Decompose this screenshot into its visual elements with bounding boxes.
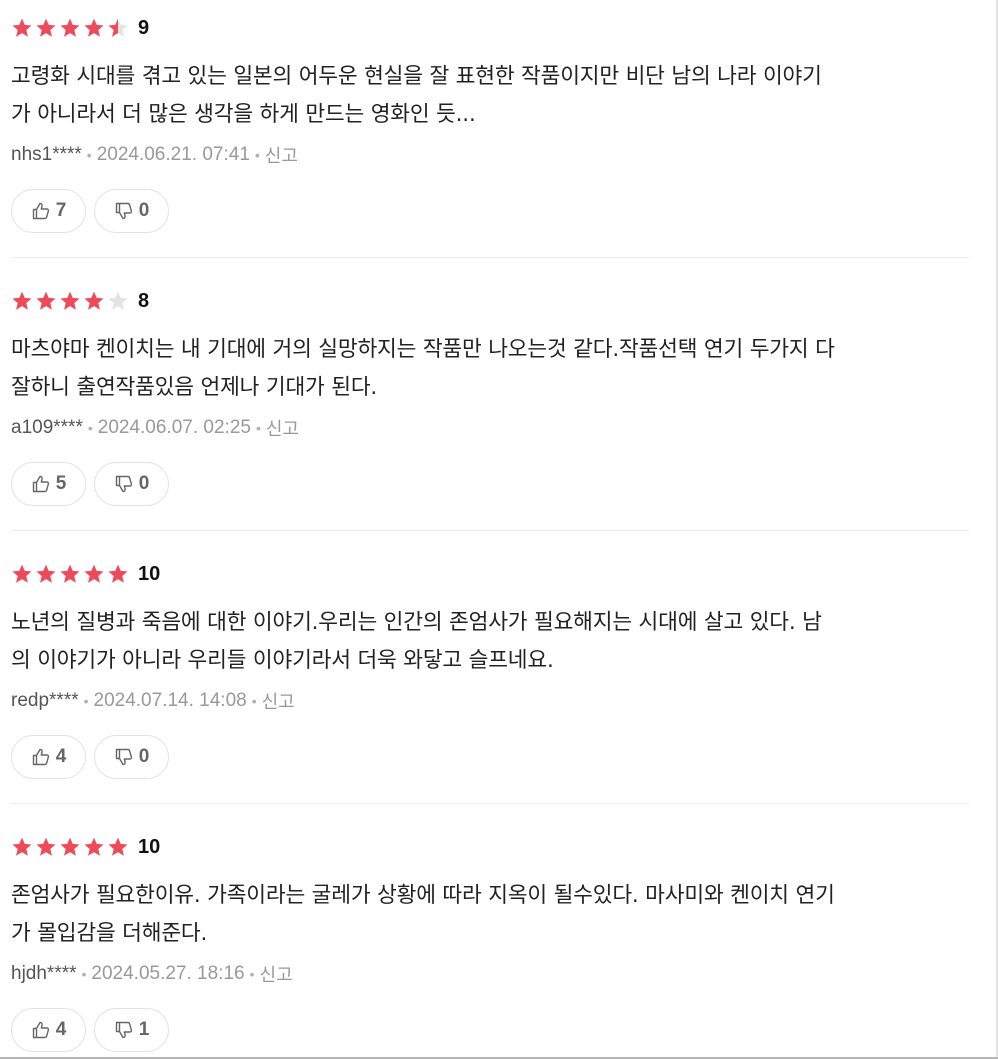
- divider: [11, 530, 969, 531]
- review-date: 2024.05.27. 18:16: [91, 963, 245, 984]
- rating-row: 9: [11, 14, 149, 42]
- star-icon: [12, 291, 32, 310]
- review-text: 존엄사가 필요한이유. 가족이라는 굴레가 상황에 따라 지옥이 될수있다. 마…: [11, 883, 835, 946]
- score: 8: [138, 289, 150, 312]
- dislike-count: 1: [138, 1019, 150, 1040]
- dislike-button[interactable]: 0: [94, 189, 169, 233]
- score: 10: [138, 835, 161, 858]
- star-icon: [12, 18, 32, 37]
- star-icon: [108, 291, 128, 310]
- star-icon: [108, 564, 128, 583]
- review-meta: hjdh**** • 2024.05.27. 18:16 • 신고: [11, 962, 293, 986]
- star-rating: [11, 836, 129, 858]
- review-text: 고령화 시대를 겪고 있는 일본의 어두운 현실을 잘 표현한 작품이지만 비단…: [11, 64, 822, 127]
- review-meta: a109**** • 2024.06.07. 02:25 • 신고: [11, 416, 299, 440]
- like-button[interactable]: 4: [11, 735, 86, 779]
- separator-dot: •: [251, 693, 257, 709]
- like-count: 4: [55, 746, 67, 767]
- review-date: 2024.06.07. 02:25: [97, 417, 251, 438]
- thumbs-up-icon: [31, 201, 51, 221]
- thumbs-up-icon: [31, 747, 51, 767]
- score: 10: [138, 562, 161, 585]
- review-date: 2024.07.14. 14:08: [93, 690, 247, 711]
- rating-row: 8: [11, 287, 149, 315]
- star-icon: [12, 564, 32, 583]
- username: hjdh****: [11, 963, 77, 984]
- thumbs-down-icon: [114, 201, 134, 221]
- review-date: 2024.06.21. 07:41: [96, 144, 250, 165]
- separator-dot: •: [255, 420, 261, 436]
- like-button[interactable]: 4: [11, 1008, 86, 1052]
- dislike-button[interactable]: 0: [94, 735, 169, 779]
- thumbs-down-icon: [114, 474, 134, 494]
- like-button[interactable]: 5: [11, 462, 86, 506]
- dislike-count: 0: [138, 200, 150, 221]
- star-icon: [60, 837, 80, 856]
- separator-dot: •: [87, 420, 93, 436]
- report-link[interactable]: 신고: [260, 961, 293, 987]
- star-rating: [11, 290, 129, 312]
- vote-buttons: 5 0: [11, 462, 177, 506]
- separator-dot: •: [81, 966, 87, 982]
- dislike-button[interactable]: 0: [94, 462, 169, 506]
- separator-dot: •: [249, 966, 255, 982]
- star-icon: [12, 837, 32, 856]
- dislike-count: 0: [138, 746, 150, 767]
- rating-row: 10: [11, 833, 160, 861]
- divider: [11, 257, 969, 258]
- thumbs-up-icon: [31, 1020, 51, 1040]
- report-link[interactable]: 신고: [266, 415, 299, 441]
- report-link[interactable]: 신고: [265, 142, 298, 168]
- review-item: 10 존엄사가 필요한이유. 가족이라는 굴레가 상황에 따라 지옥이 될수있다…: [11, 819, 971, 1059]
- username: redp****: [11, 690, 79, 711]
- vote-buttons: 4 1: [11, 1008, 177, 1052]
- review-item: 8 마츠야마 켄이치는 내 기대에 거의 실망하지는 작품만 나오는것 같다.작…: [11, 273, 971, 531]
- separator-dot: •: [86, 147, 92, 163]
- review-text: 노년의 질병과 죽음에 대한 이야기.우리는 인간의 존엄사가 필요해지는 시대…: [11, 610, 822, 673]
- star-icon: [36, 18, 56, 37]
- thumbs-down-icon: [114, 1020, 134, 1040]
- star-icon: [84, 564, 104, 583]
- review-meta: redp**** • 2024.07.14. 14:08 • 신고: [11, 689, 295, 713]
- divider: [11, 803, 969, 804]
- star-icon: [108, 837, 128, 856]
- star-icon: [60, 564, 80, 583]
- like-button[interactable]: 7: [11, 189, 86, 233]
- review-item: 10 노년의 질병과 죽음에 대한 이야기.우리는 인간의 존엄사가 필요해지는…: [11, 546, 971, 804]
- star-icon: [84, 837, 104, 856]
- report-link[interactable]: 신고: [262, 688, 295, 714]
- username: a109****: [11, 417, 83, 438]
- rating-row: 10: [11, 560, 160, 588]
- star-rating: [11, 17, 129, 39]
- like-count: 5: [55, 473, 67, 494]
- review-list-page: 9 고령화 시대를 겪고 있는 일본의 어두운 현실을 잘 표현한 작품이지만 …: [0, 0, 998, 1059]
- thumbs-up-icon: [31, 474, 51, 494]
- dislike-count: 0: [138, 473, 150, 494]
- like-count: 4: [55, 1019, 67, 1040]
- vote-buttons: 7 0: [11, 189, 177, 233]
- star-rating: [11, 563, 129, 585]
- score: 9: [138, 16, 150, 39]
- star-icon: [36, 291, 56, 310]
- thumbs-down-icon: [114, 747, 134, 767]
- review-meta: nhs1**** • 2024.06.21. 07:41 • 신고: [11, 143, 298, 167]
- star-icon: [60, 18, 80, 37]
- star-icon: [84, 18, 104, 37]
- username: nhs1****: [11, 144, 82, 165]
- star-icon: [108, 18, 128, 37]
- star-icon: [60, 291, 80, 310]
- separator-dot: •: [254, 147, 260, 163]
- vote-buttons: 4 0: [11, 735, 177, 779]
- dislike-button[interactable]: 1: [94, 1008, 169, 1052]
- separator-dot: •: [83, 693, 89, 709]
- star-icon: [84, 291, 104, 310]
- review-item: 9 고령화 시대를 겪고 있는 일본의 어두운 현실을 잘 표현한 작품이지만 …: [11, 0, 971, 258]
- review-text: 마츠야마 켄이치는 내 기대에 거의 실망하지는 작품만 나오는것 같다.작품선…: [11, 337, 835, 400]
- like-count: 7: [55, 200, 67, 221]
- star-icon: [36, 564, 56, 583]
- star-icon: [36, 837, 56, 856]
